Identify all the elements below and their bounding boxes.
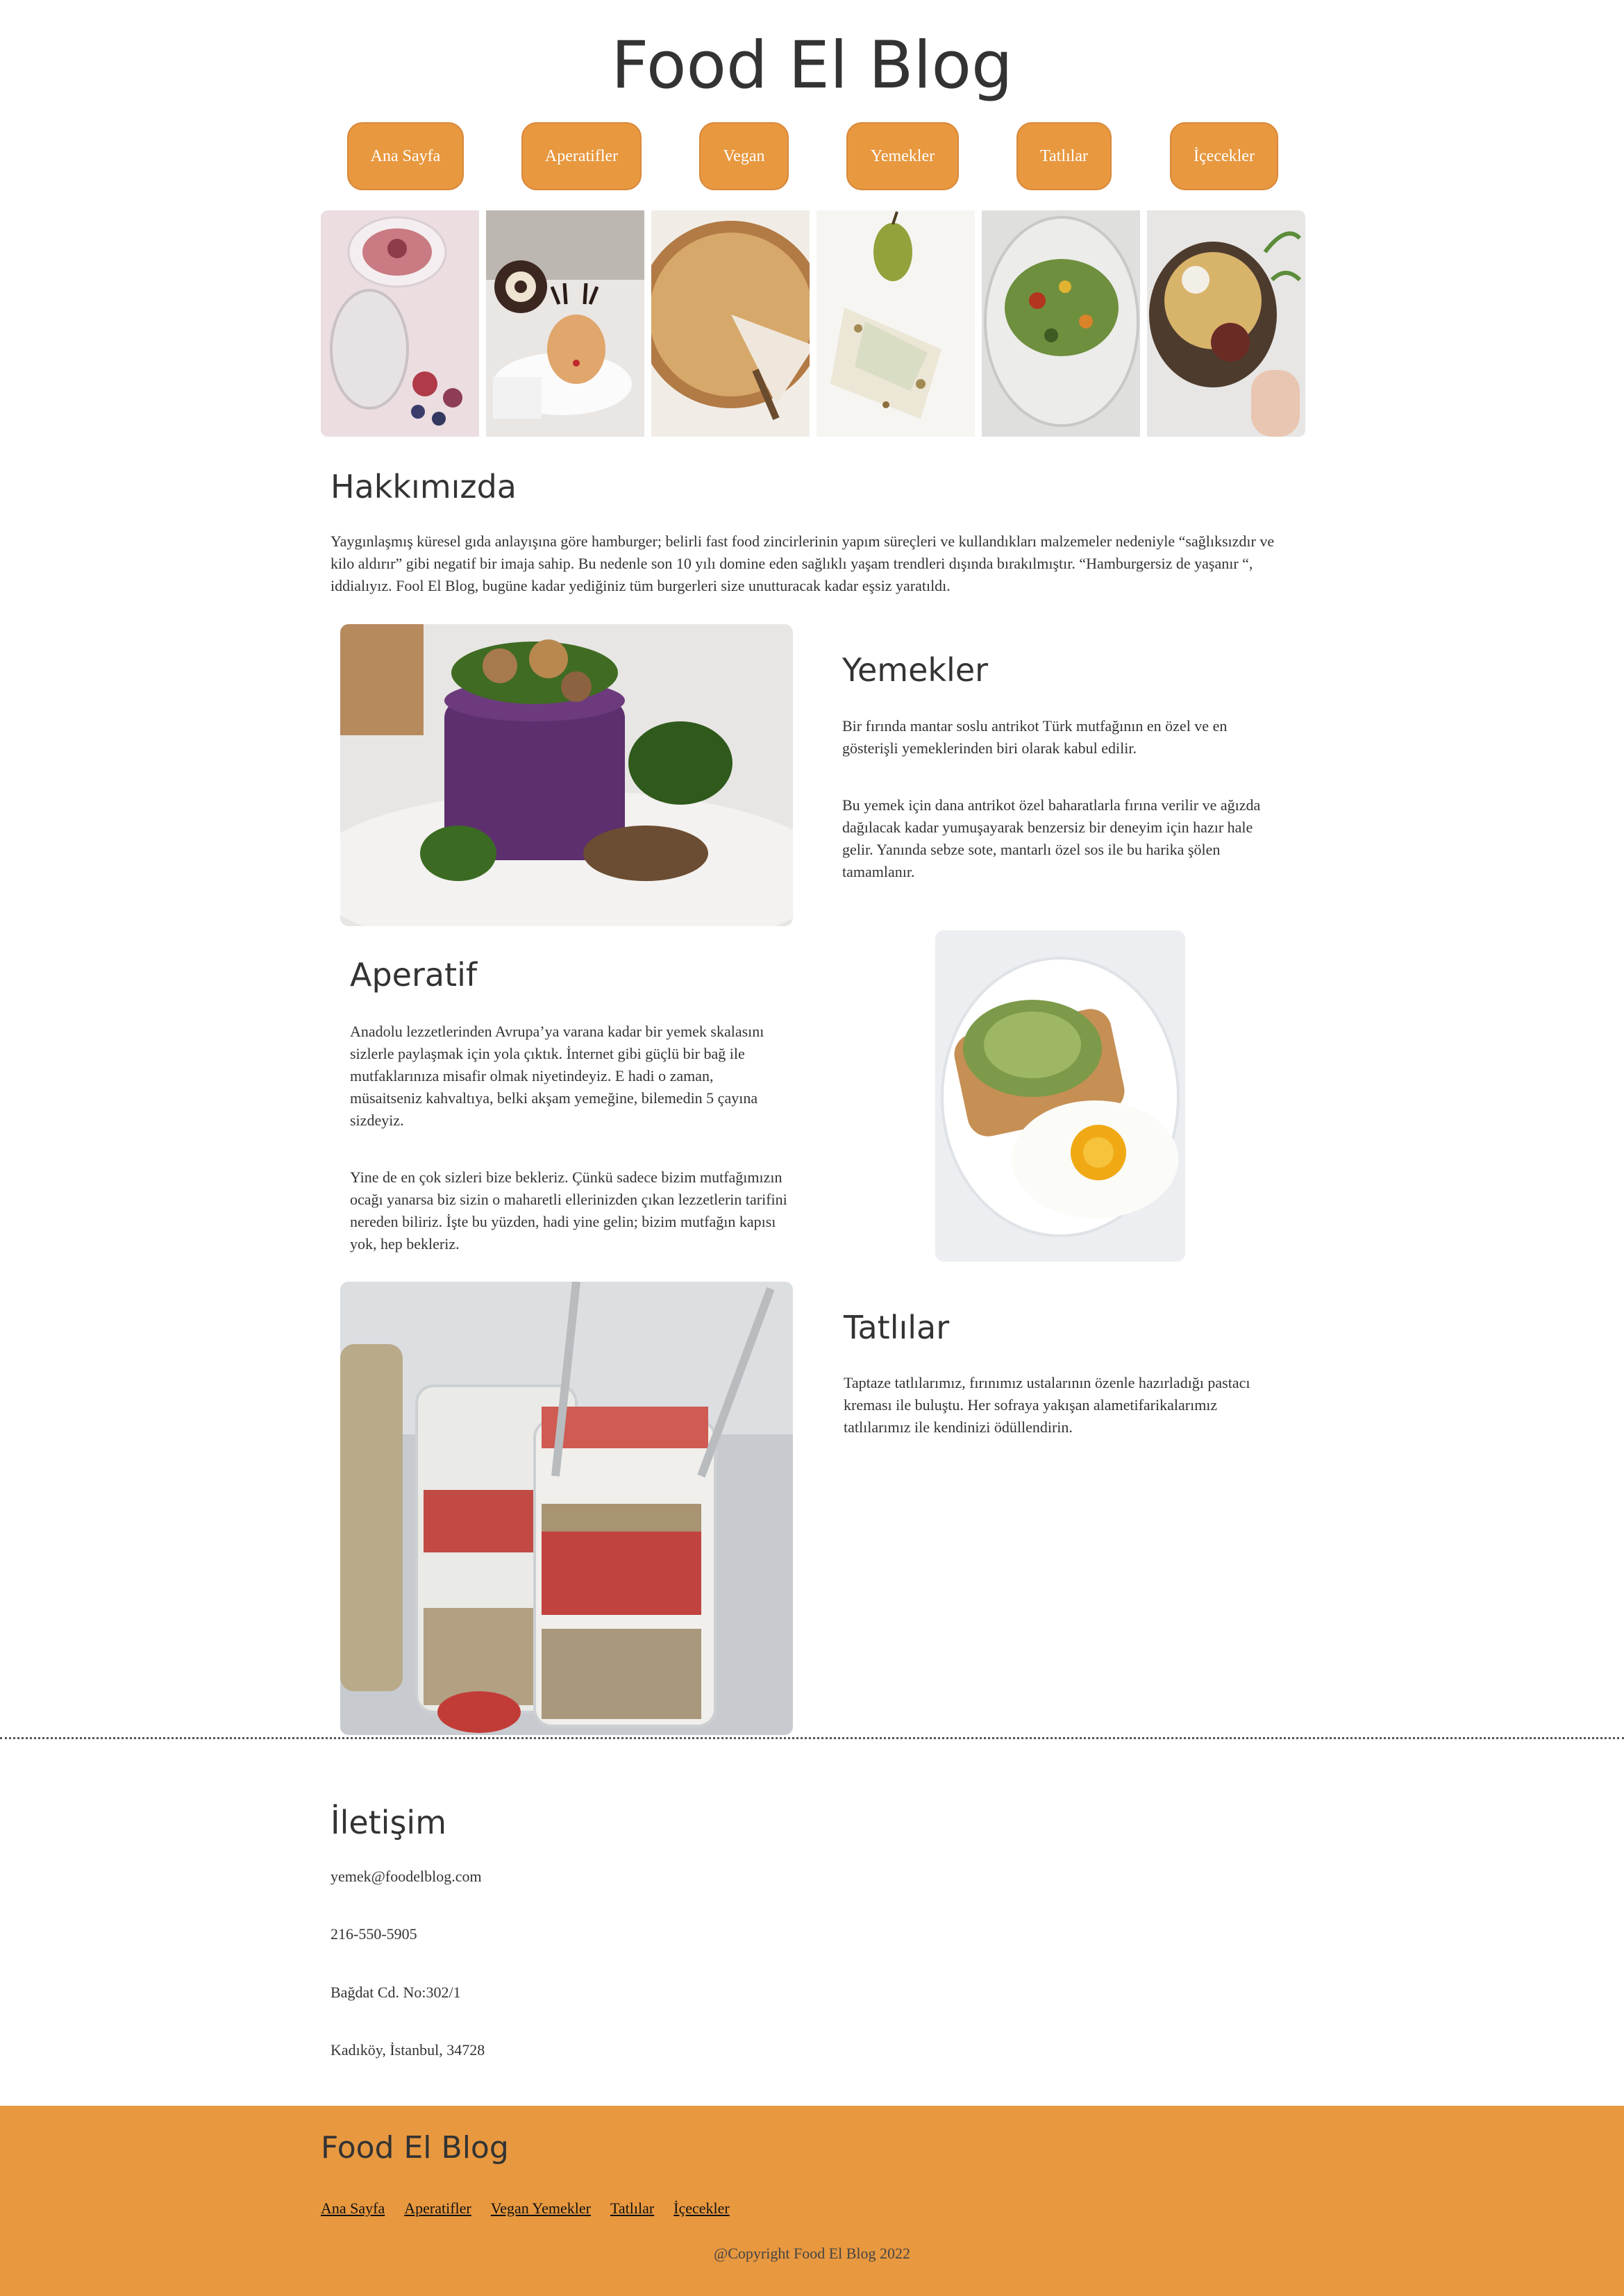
avocado-toast-egg-photo [935,930,1185,1262]
nav-button-icecekler[interactable]: İçecekler [1170,122,1278,190]
footer-link-vegan-yemekler[interactable]: Vegan Yemekler [491,2199,591,2218]
contact-phone: 216-550-5905 [330,1925,417,1943]
nav-button-yemekler[interactable]: Yemekler [846,122,959,190]
contact-address-line-1: Bağdat Cd. No:302/1 [330,1984,461,2001]
photo-gallery [321,210,1305,437]
contact-heading: İletişim [330,1804,447,1841]
footer-link-aperatifler[interactable]: Aperatifler [404,2199,471,2218]
tatlilar-heading: Tatlılar [844,1309,950,1346]
cake-roll-reindeer-dessert-photo [486,210,644,437]
aperatif-heading: Aperatif [350,956,478,994]
salad-bowl-hand-photo [1147,210,1305,437]
about-heading: Hakkımızda [330,468,517,505]
yemekler-paragraph-2: Bu yemek için dana antrikot özel baharat… [842,796,1261,880]
nav-button-vegan[interactable]: Vegan [699,122,789,190]
footer-link-icecekler[interactable]: İçecekler [673,2199,730,2218]
nav-button-ana-sayfa[interactable]: Ana Sayfa [347,122,464,190]
pear-dessert-plate-photo [817,210,975,437]
aperatif-paragraph-2: Yine de en çok sizleri bize bekleriz. Çü… [350,1168,787,1252]
nav-button-tatlilar[interactable]: Tatlılar [1016,122,1112,190]
copyright-text: @Copyright Food El Blog 2022 [713,2245,911,2262]
pumpkin-pie-photo [651,210,810,437]
footer-title: Food El Blog [321,2130,509,2165]
purple-mash-mushroom-dish-photo [340,624,793,926]
footer-links: Ana Sayfa Aperatifler Vegan Yemekler Tat… [321,2199,730,2218]
strawberry-overnight-oats-photo [340,1282,793,1735]
salad-glass-bowl-photo [982,210,1140,437]
site-title: Food El Blog [611,28,1013,103]
footer-link-tatlilar[interactable]: Tatlılar [610,2199,654,2218]
section-divider [0,1737,1624,1739]
footer-link-ana-sayfa[interactable]: Ana Sayfa [321,2199,385,2218]
contact-email: yemek@foodelblog.com [330,1868,482,1885]
aperatif-paragraph-1: Anadolu lezzetlerinden Avrupa’ya varana … [350,1023,764,1129]
tatlilar-paragraph-1: Taptaze tatlılarımız, fırınımız ustaları… [844,1374,1250,1436]
contact-address-line-2: Kadıköy, İstanbul, 34728 [330,2041,485,2059]
about-text: Yaygınlaşmış küresel gıda anlayışına gör… [330,533,1275,594]
yemekler-paragraph-1: Bir fırında mantar soslu antrikot Türk m… [842,717,1228,757]
footer: Food El Blog Ana Sayfa Aperatifler Vegan… [0,2106,1624,2296]
chia-pudding-figs-photo [321,210,479,437]
yemekler-heading: Yemekler [842,651,989,689]
nav-button-aperatifler[interactable]: Aperatifler [521,122,642,190]
